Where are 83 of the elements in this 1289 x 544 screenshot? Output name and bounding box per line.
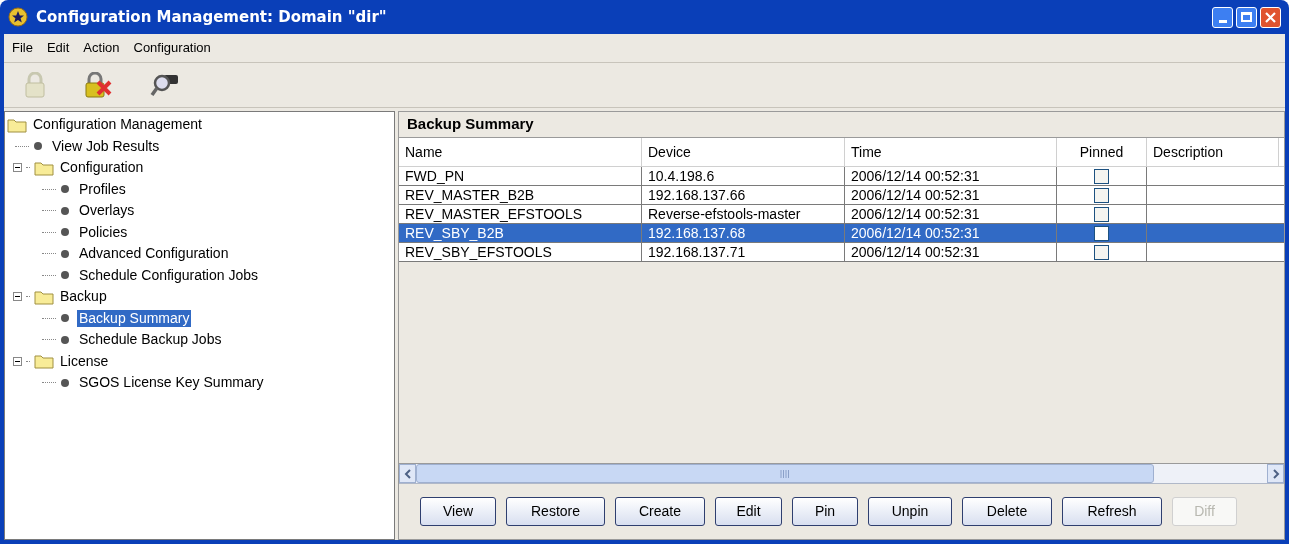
collapse-toggle-icon[interactable] bbox=[13, 292, 22, 302]
bullet-icon bbox=[60, 313, 70, 324]
tree-item[interactable]: Advanced Configuration bbox=[77, 245, 231, 263]
close-button[interactable] bbox=[1260, 6, 1281, 28]
checkbox[interactable] bbox=[1094, 168, 1109, 184]
tree-item[interactable]: Profiles bbox=[77, 180, 128, 198]
table-cell: 192.168.137.68 bbox=[642, 224, 845, 242]
action-button[interactable]: Restore bbox=[506, 497, 605, 526]
minimize-button[interactable] bbox=[1212, 6, 1233, 28]
bullet-icon bbox=[60, 270, 70, 281]
action-button[interactable]: Refresh bbox=[1062, 497, 1162, 526]
tree-item[interactable]: Configuration bbox=[58, 159, 146, 177]
table-cell: FWD_PN bbox=[399, 167, 642, 185]
checkbox[interactable] bbox=[1094, 187, 1109, 203]
collapse-toggle-icon[interactable] bbox=[13, 356, 22, 366]
tree-item[interactable]: License bbox=[58, 352, 111, 370]
table-cell: 2006/12/14 00:52:31 bbox=[845, 224, 1057, 242]
magnifier-icon[interactable] bbox=[150, 72, 180, 98]
close-icon bbox=[1265, 11, 1276, 23]
padlock-with-cross-icon[interactable] bbox=[84, 72, 112, 98]
checkbox[interactable] bbox=[1094, 225, 1109, 241]
tree-item[interactable]: Schedule Configuration Jobs bbox=[77, 266, 260, 284]
bullet-icon bbox=[60, 377, 70, 388]
table-cell: 192.168.137.66 bbox=[642, 186, 845, 204]
tree-item[interactable]: Schedule Backup Jobs bbox=[77, 331, 224, 349]
tree-item[interactable]: SGOS License Key Summary bbox=[77, 374, 266, 392]
bullet-icon bbox=[60, 227, 70, 238]
action-button[interactable]: View bbox=[420, 497, 496, 526]
menu-item[interactable]: Configuration bbox=[131, 38, 213, 58]
bullet-icon bbox=[60, 334, 70, 345]
table-cell: 192.168.137.71 bbox=[642, 243, 845, 261]
tree-item[interactable]: Backup Summary bbox=[77, 309, 192, 327]
column-header[interactable]: Time bbox=[845, 138, 1057, 166]
table-cell: REV_MASTER_B2B bbox=[399, 186, 642, 204]
table-cell: REV_SBY_B2B bbox=[399, 224, 642, 242]
tree-item[interactable]: Overlays bbox=[77, 202, 137, 220]
checkbox[interactable] bbox=[1094, 206, 1109, 222]
star-badge-icon bbox=[8, 7, 28, 27]
table-cell: REV_MASTER_EFSTOOLS bbox=[399, 205, 642, 223]
collapse-toggle-icon[interactable] bbox=[13, 163, 22, 173]
table-cell: 10.4.198.6 bbox=[642, 167, 845, 185]
table-cell: 2006/12/14 00:52:31 bbox=[845, 243, 1057, 261]
table-row[interactable]: REV_MASTER_B2B 192.168.137.66 2006/12/14 00:52:31 bbox=[399, 186, 1284, 205]
table-cell: REV_SBY_EFSTOOLS bbox=[399, 243, 642, 261]
action-button[interactable]: Create bbox=[615, 497, 705, 526]
bullet-icon bbox=[60, 205, 70, 216]
menu-item[interactable]: Action bbox=[81, 38, 122, 58]
column-header[interactable]: Name bbox=[399, 138, 642, 166]
table-cell: 2006/12/14 00:52:31 bbox=[845, 167, 1057, 185]
table-cell: 2006/12/14 00:52:31 bbox=[845, 205, 1057, 223]
folder-icon bbox=[7, 116, 27, 133]
action-button[interactable]: Pin bbox=[792, 497, 858, 526]
action-button[interactable]: Unpin bbox=[868, 497, 952, 526]
bullet-icon bbox=[60, 184, 70, 195]
checkbox[interactable] bbox=[1094, 244, 1109, 260]
maximize-button[interactable] bbox=[1236, 6, 1257, 28]
folder-icon bbox=[34, 159, 54, 176]
folder-icon bbox=[34, 353, 54, 370]
bullet-icon bbox=[33, 141, 43, 152]
scroll-thumb[interactable] bbox=[416, 464, 1154, 483]
window-title: Configuration Management: Domain "dir" bbox=[36, 6, 387, 28]
scroll-right-icon[interactable] bbox=[1267, 464, 1284, 483]
table-row[interactable]: REV_MASTER_EFSTOOLS Reverse-efstools-master 2006/12/14 00:52:31 bbox=[399, 205, 1284, 224]
table-row[interactable]: REV_SBY_EFSTOOLS 192.168.137.71 2006/12/14 00:52:31 bbox=[399, 243, 1284, 262]
menu-item[interactable]: Edit bbox=[44, 38, 72, 58]
scroll-left-icon[interactable] bbox=[399, 464, 416, 483]
bullet-icon bbox=[60, 248, 70, 259]
table-cell: 2006/12/14 00:52:31 bbox=[845, 186, 1057, 204]
column-header[interactable]: Description bbox=[1147, 138, 1279, 166]
menu-item[interactable]: File bbox=[10, 38, 35, 58]
horizontal-scrollbar[interactable] bbox=[399, 464, 1284, 484]
column-header[interactable]: Device bbox=[642, 138, 845, 166]
folder-icon bbox=[34, 288, 54, 305]
action-button[interactable]: Delete bbox=[962, 497, 1052, 526]
tree-item[interactable]: View Job Results bbox=[50, 137, 162, 155]
action-button[interactable]: Edit bbox=[715, 497, 782, 526]
tree-item[interactable]: Backup bbox=[58, 288, 109, 306]
column-header[interactable]: Pinned bbox=[1057, 138, 1147, 166]
tree-item[interactable]: Policies bbox=[77, 223, 130, 241]
table-row[interactable]: REV_SBY_B2B 192.168.137.68 2006/12/14 00:52:31 bbox=[399, 224, 1284, 243]
table-cell: Reverse-efstools-master bbox=[642, 205, 845, 223]
table-row[interactable]: FWD_PN 10.4.198.6 2006/12/14 00:52:31 bbox=[399, 167, 1284, 186]
tree-item[interactable]: Configuration Management bbox=[31, 116, 204, 134]
